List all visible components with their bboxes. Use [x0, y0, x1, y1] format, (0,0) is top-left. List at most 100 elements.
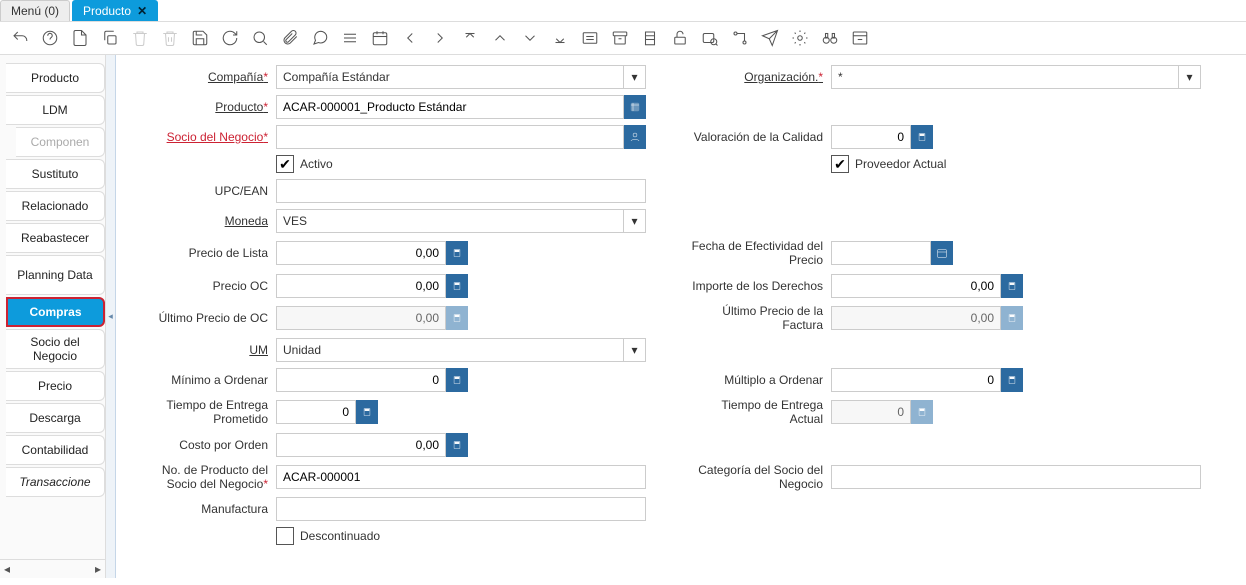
- zoom-icon[interactable]: [700, 28, 720, 48]
- down-icon[interactable]: [520, 28, 540, 48]
- new-icon[interactable]: [70, 28, 90, 48]
- compania-dropdown-icon[interactable]: ▾: [624, 65, 646, 89]
- fecha-efect-input[interactable]: [831, 241, 931, 265]
- copy-icon[interactable]: [100, 28, 120, 48]
- ultimo-fact-input: [831, 306, 1001, 330]
- sidebar-item-planningdata[interactable]: Planning Data: [6, 255, 105, 295]
- ultimo-oc-input: [276, 306, 446, 330]
- socio-input[interactable]: [276, 125, 624, 149]
- search-icon[interactable]: [250, 28, 270, 48]
- sidebar-item-compras[interactable]: Compras: [6, 297, 105, 327]
- ultimo-fact-calc-icon: [1001, 306, 1023, 330]
- proveedor-checkbox[interactable]: [831, 155, 849, 173]
- lock-icon[interactable]: [670, 28, 690, 48]
- label-organizacion[interactable]: Organización.*: [691, 70, 831, 84]
- sidebar-left-icon[interactable]: ◂: [4, 562, 10, 576]
- descont-checkbox[interactable]: [276, 527, 294, 545]
- sidebar-item-producto[interactable]: Producto: [6, 63, 105, 93]
- sidebar-item-transacciones[interactable]: Transaccione: [6, 467, 105, 497]
- label-compania[interactable]: Compañía*: [136, 70, 276, 84]
- costo-input[interactable]: [276, 433, 446, 457]
- workflow-icon[interactable]: [730, 28, 750, 48]
- binoculars-icon[interactable]: [820, 28, 840, 48]
- tiempo-prom-input[interactable]: [276, 400, 356, 424]
- min-ordenar-calc-icon[interactable]: [446, 368, 468, 392]
- fecha-efect-calendar-icon[interactable]: [931, 241, 953, 265]
- undo-icon[interactable]: [10, 28, 30, 48]
- sidebar-item-precio[interactable]: Precio: [6, 371, 105, 401]
- producto-lookup-icon[interactable]: [624, 95, 646, 119]
- close-icon[interactable]: ✕: [137, 4, 147, 18]
- report-icon[interactable]: [580, 28, 600, 48]
- um-select[interactable]: Unidad: [276, 338, 624, 362]
- tiempo-act-input: [831, 400, 911, 424]
- up-icon[interactable]: [490, 28, 510, 48]
- activo-checkbox[interactable]: [276, 155, 294, 173]
- label-precio-oc: Precio OC: [136, 279, 276, 293]
- panel-icon[interactable]: [850, 28, 870, 48]
- sidebar-item-socio[interactable]: Socio del Negocio: [6, 329, 105, 369]
- sidebar-item-reabastecer[interactable]: Reabastecer: [6, 223, 105, 253]
- label-importe: Importe de los Derechos: [691, 279, 831, 293]
- producto-input[interactable]: [276, 95, 624, 119]
- tab-producto[interactable]: Producto ✕: [72, 0, 158, 21]
- tab-menu[interactable]: Menú (0): [0, 0, 70, 21]
- min-ordenar-input[interactable]: [276, 368, 446, 392]
- socio-lookup-icon[interactable]: [624, 125, 646, 149]
- archive-icon[interactable]: [610, 28, 630, 48]
- calendar-icon[interactable]: [370, 28, 390, 48]
- organizacion-dropdown-icon[interactable]: ▾: [1179, 65, 1201, 89]
- label-moneda[interactable]: Moneda: [136, 214, 276, 228]
- save-icon[interactable]: [190, 28, 210, 48]
- attach-icon[interactable]: [280, 28, 300, 48]
- sidebar-item-ldm[interactable]: LDM: [6, 95, 105, 125]
- valoracion-input[interactable]: [831, 125, 911, 149]
- form-panel: Compañía* Compañía Estándar ▾ Organizaci…: [116, 55, 1246, 578]
- upc-input[interactable]: [276, 179, 646, 203]
- list-icon[interactable]: [340, 28, 360, 48]
- tiempo-prom-calc-icon[interactable]: [356, 400, 378, 424]
- compania-select[interactable]: Compañía Estándar: [276, 65, 624, 89]
- moneda-select[interactable]: VES: [276, 209, 624, 233]
- organizacion-select[interactable]: *: [831, 65, 1179, 89]
- sidebar-item-descarga[interactable]: Descarga: [6, 403, 105, 433]
- last-icon[interactable]: [550, 28, 570, 48]
- mult-ordenar-calc-icon[interactable]: [1001, 368, 1023, 392]
- label-socio[interactable]: Socio del Negocio*: [136, 130, 276, 144]
- sidebar-item-contabilidad[interactable]: Contabilidad: [6, 435, 105, 465]
- um-dropdown-icon[interactable]: ▾: [624, 338, 646, 362]
- label-producto[interactable]: Producto*: [136, 100, 276, 114]
- first-icon[interactable]: [460, 28, 480, 48]
- importe-calc-icon[interactable]: [1001, 274, 1023, 298]
- print-icon[interactable]: [640, 28, 660, 48]
- refresh-icon[interactable]: [220, 28, 240, 48]
- delete2-icon[interactable]: [160, 28, 180, 48]
- help-icon[interactable]: [40, 28, 60, 48]
- sidebar-right-icon[interactable]: ▸: [95, 562, 101, 576]
- descont-label: Descontinuado: [300, 529, 380, 543]
- sidebar-item-sustituto[interactable]: Sustituto: [6, 159, 105, 189]
- sidebar-item-relacionado[interactable]: Relacionado: [6, 191, 105, 221]
- label-mult-ordenar: Múltiplo a Ordenar: [691, 373, 831, 387]
- moneda-dropdown-icon[interactable]: ▾: [624, 209, 646, 233]
- importe-input[interactable]: [831, 274, 1001, 298]
- next-icon[interactable]: [430, 28, 450, 48]
- splitter[interactable]: [106, 55, 116, 578]
- precio-oc-calc-icon[interactable]: [446, 274, 468, 298]
- valoracion-calc-icon[interactable]: [911, 125, 933, 149]
- delete-icon[interactable]: [130, 28, 150, 48]
- send-icon[interactable]: [760, 28, 780, 48]
- label-um[interactable]: UM: [136, 343, 276, 357]
- costo-calc-icon[interactable]: [446, 433, 468, 457]
- mult-ordenar-input[interactable]: [831, 368, 1001, 392]
- precio-lista-calc-icon[interactable]: [446, 241, 468, 265]
- chat-icon[interactable]: [310, 28, 330, 48]
- sidebar-item-componen[interactable]: Componen: [16, 127, 105, 157]
- no-prod-socio-input[interactable]: [276, 465, 646, 489]
- precio-oc-input[interactable]: [276, 274, 446, 298]
- precio-lista-input[interactable]: [276, 241, 446, 265]
- prev-icon[interactable]: [400, 28, 420, 48]
- cat-socio-input[interactable]: [831, 465, 1201, 489]
- gear-icon[interactable]: [790, 28, 810, 48]
- manufactura-input[interactable]: [276, 497, 646, 521]
